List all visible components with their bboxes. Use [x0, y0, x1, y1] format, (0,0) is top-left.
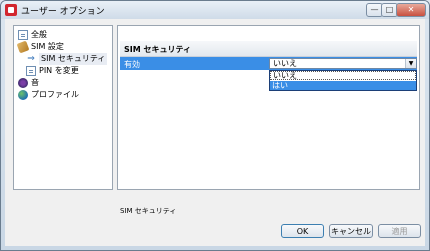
apply-button[interactable]: 適用: [378, 224, 421, 238]
window-title: ユーザー オプション: [21, 7, 105, 17]
tree-item-label: 音: [31, 78, 39, 87]
tree-item-label: PIN を変更: [39, 66, 79, 75]
document-icon: [18, 30, 28, 40]
cancel-button[interactable]: キャンセル: [329, 224, 373, 238]
setting-label: 有効: [124, 60, 140, 69]
app-icon: [5, 4, 17, 16]
tree-item-label: 全般: [31, 30, 47, 39]
dialog-client-area: 全般 SIM 設定 ⇒ SIM セキュリティ PIN を変更 音 プロファイル: [5, 19, 425, 246]
close-button[interactable]: ✕: [396, 3, 426, 17]
profile-icon: [18, 90, 28, 100]
description-text: SIM セキュリティ: [120, 207, 177, 215]
option-yes[interactable]: はい: [270, 81, 416, 90]
arrow-right-icon: ⇒: [27, 54, 35, 64]
sim-card-icon: [16, 40, 30, 54]
enabled-dropdown[interactable]: いいえ ▼: [269, 58, 417, 69]
title-bar[interactable]: ユーザー オプション — □ ✕: [1, 1, 429, 19]
option-no[interactable]: いいえ: [270, 71, 416, 80]
tree-item-label: プロファイル: [31, 90, 79, 99]
options-tree: 全般 SIM 設定 ⇒ SIM セキュリティ PIN を変更 音 プロファイル: [13, 25, 113, 190]
panel-title: SIM セキュリティ: [124, 45, 192, 54]
panel-header: SIM セキュリティ: [120, 41, 417, 57]
dropdown-list: いいえ はい: [269, 70, 417, 91]
chevron-down-icon[interactable]: ▼: [405, 59, 416, 68]
tree-item-label: SIM 設定: [31, 42, 64, 51]
tree-item-label: SIM セキュリティ: [39, 53, 108, 65]
dropdown-value: いいえ: [273, 59, 297, 68]
document-icon: [26, 66, 36, 76]
settings-panel: SIM セキュリティ 有効 いいえ ▼ いいえ はい: [117, 25, 420, 190]
audio-icon: [18, 78, 28, 88]
ok-button[interactable]: OK: [281, 224, 324, 238]
dialog-window: ユーザー オプション — □ ✕ 全般 SIM 設定 ⇒ SIM セキュリティ …: [0, 0, 430, 251]
